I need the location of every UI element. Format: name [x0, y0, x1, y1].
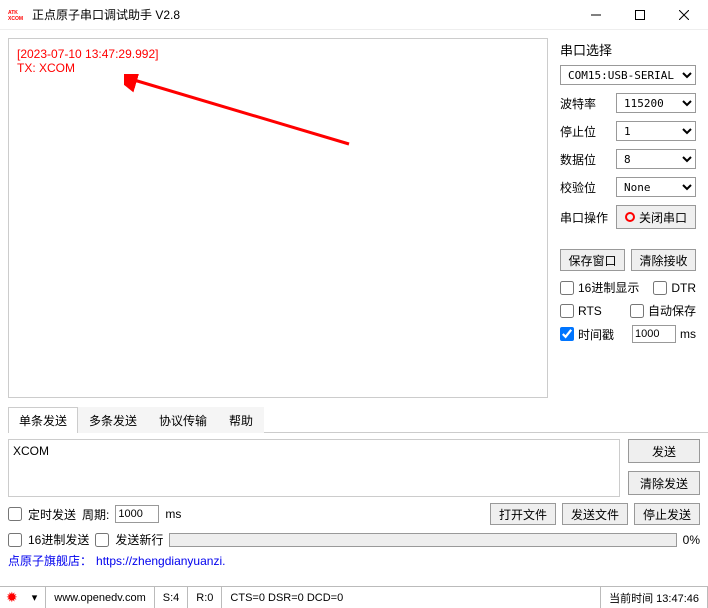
store-label: 点原子旗舰店：	[8, 552, 92, 569]
progress-bar	[169, 533, 676, 547]
stop-label: 停止位	[560, 123, 610, 140]
send-file-button[interactable]: 发送文件	[562, 503, 628, 525]
parity-label: 校验位	[560, 179, 610, 196]
open-file-button[interactable]: 打开文件	[490, 503, 556, 525]
period-label: 周期:	[82, 506, 109, 523]
dtr-label: DTR	[671, 281, 696, 295]
control-row-1: 定时发送 周期: ms 打开文件 发送文件 停止发送	[0, 497, 708, 525]
annotation-arrow	[124, 74, 354, 149]
timestamp-label: 时间戳	[578, 326, 614, 343]
send-button[interactable]: 发送	[628, 439, 700, 463]
status-bar: ✹ ▾ www.openedv.com S:4 R:0 CTS=0 DSR=0 …	[0, 586, 708, 608]
send-tabs: 单条发送 多条发送 协议传输 帮助	[8, 406, 708, 433]
status-recv: R:0	[188, 587, 222, 608]
tab-help[interactable]: 帮助	[218, 407, 264, 433]
minimize-button[interactable]	[574, 1, 618, 29]
maximize-button[interactable]	[618, 1, 662, 29]
stop-select[interactable]: 1	[616, 121, 696, 141]
baud-select[interactable]: 115200	[616, 93, 696, 113]
timed-send-checkbox[interactable]	[8, 507, 22, 521]
newline-label: 发送新行	[115, 531, 163, 548]
status-sent: S:4	[155, 587, 189, 608]
send-input[interactable]	[8, 439, 620, 497]
parity-select[interactable]: None	[616, 177, 696, 197]
tab-single-send[interactable]: 单条发送	[8, 407, 78, 433]
tab-multi-send[interactable]: 多条发送	[78, 407, 148, 433]
port-status-icon	[625, 212, 635, 222]
close-port-button[interactable]: 关闭串口	[616, 205, 696, 229]
status-time: 当前时间 13:47:46	[601, 587, 708, 608]
store-link[interactable]: https://zhengdianyuanzi.	[96, 554, 225, 568]
close-button[interactable]	[662, 1, 706, 29]
clear-send-button[interactable]: 清除发送	[628, 471, 700, 495]
data-label: 数据位	[560, 151, 610, 168]
hex-send-checkbox[interactable]	[8, 533, 22, 547]
save-window-button[interactable]: 保存窗口	[560, 249, 625, 271]
autosave-label: 自动保存	[648, 302, 696, 319]
svg-text:XCOM: XCOM	[8, 16, 23, 22]
status-url[interactable]: www.openedv.com	[46, 587, 155, 608]
send-area: 发送 清除发送	[0, 433, 708, 497]
status-line-state: CTS=0 DSR=0 DCD=0	[222, 587, 601, 608]
timed-send-label: 定时发送	[28, 506, 76, 523]
ms-label: ms	[680, 327, 696, 341]
stop-send-button[interactable]: 停止发送	[634, 503, 700, 525]
progress-percent: 0%	[683, 533, 700, 547]
main-area: [2023-07-10 13:47:29.992] TX: XCOM 串口选择 …	[0, 30, 708, 400]
port-select[interactable]: COM15:USB-SERIAL CH34	[560, 65, 696, 85]
clear-recv-button[interactable]: 清除接收	[631, 249, 696, 271]
autosave-checkbox[interactable]	[630, 304, 644, 318]
newline-checkbox[interactable]	[95, 533, 109, 547]
receive-output[interactable]: [2023-07-10 13:47:29.992] TX: XCOM	[8, 38, 548, 398]
gear-icon[interactable]: ✹	[0, 589, 24, 606]
control-row-2: 16进制发送 发送新行 0%	[0, 525, 708, 548]
baud-label: 波特率	[560, 95, 610, 112]
port-op-label: 串口操作	[560, 209, 610, 226]
hex-display-checkbox[interactable]	[560, 281, 574, 295]
rts-checkbox[interactable]	[560, 304, 574, 318]
dtr-checkbox[interactable]	[653, 281, 667, 295]
timestamp-checkbox[interactable]	[560, 327, 574, 341]
window-title: 正点原子串口调试助手 V2.8	[32, 6, 574, 23]
store-row: 点原子旗舰店： https://zhengdianyuanzi.	[0, 548, 708, 569]
data-select[interactable]: 8	[616, 149, 696, 169]
tab-protocol[interactable]: 协议传输	[148, 407, 218, 433]
hex-display-label: 16进制显示	[578, 279, 639, 296]
output-timestamp: [2023-07-10 13:47:29.992]	[17, 47, 539, 61]
rts-label: RTS	[578, 304, 602, 318]
side-panel: 串口选择 COM15:USB-SERIAL CH34 波特率 115200 停止位…	[548, 30, 708, 400]
period-ms: ms	[165, 507, 181, 521]
timestamp-input[interactable]	[632, 325, 676, 343]
dropdown-icon[interactable]: ▾	[24, 587, 47, 608]
hex-send-label: 16进制发送	[28, 531, 89, 548]
output-line: TX: XCOM	[17, 61, 539, 75]
output-wrap: [2023-07-10 13:47:29.992] TX: XCOM	[0, 30, 548, 400]
period-input[interactable]	[115, 505, 159, 523]
app-logo: ATKXCOM	[8, 8, 26, 22]
port-select-label: 串口选择	[560, 40, 696, 59]
titlebar: ATKXCOM 正点原子串口调试助手 V2.8	[0, 0, 708, 30]
